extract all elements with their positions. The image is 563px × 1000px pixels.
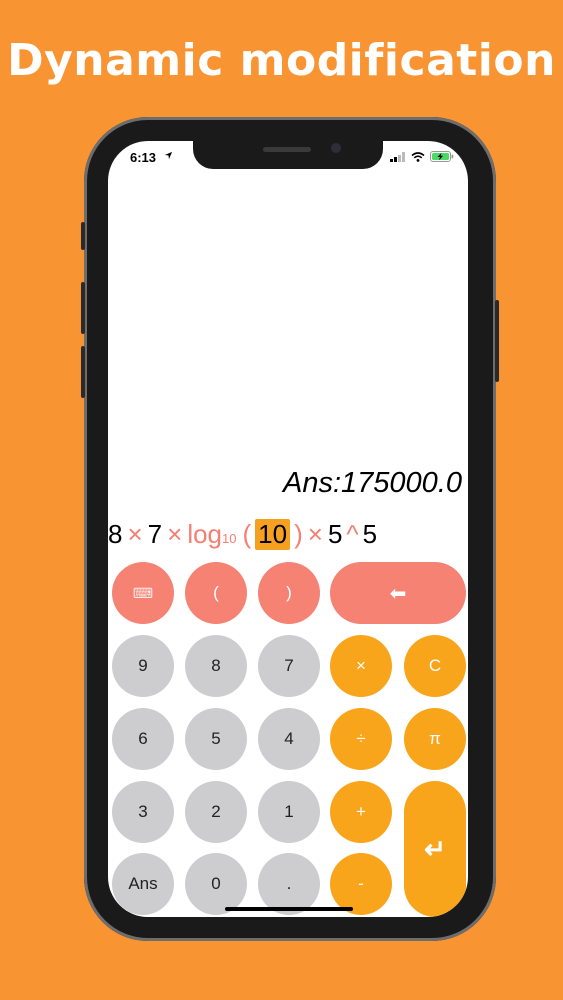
left-paren-button[interactable]: ( <box>185 562 247 624</box>
keypad: ⌨ ( ) ⬅ 9 8 7 × C 6 5 4 ÷ π 3 2 1 + ↵ An… <box>108 141 468 917</box>
divide-button[interactable]: ÷ <box>330 708 392 770</box>
phone-screen: 6:13 Ans:175000.0 8 × 7 × log 10 ( 10 ) ×… <box>108 141 468 917</box>
banner-title: Dynamic modification <box>7 35 556 86</box>
ans-button[interactable]: Ans <box>112 853 174 915</box>
digit-1-button[interactable]: 1 <box>258 781 320 843</box>
keyboard-icon: ⌨ <box>132 584 154 601</box>
plus-button[interactable]: + <box>330 781 392 843</box>
home-indicator[interactable] <box>225 907 353 911</box>
backspace-button[interactable]: ⬅ <box>330 562 466 624</box>
enter-icon: ↵ <box>424 833 446 864</box>
decimal-point-button[interactable]: . <box>258 853 320 915</box>
digit-3-button[interactable]: 3 <box>112 781 174 843</box>
clear-button[interactable]: C <box>404 635 466 697</box>
pi-button[interactable]: π <box>404 708 466 770</box>
minus-button[interactable]: - <box>330 853 392 915</box>
digit-9-button[interactable]: 9 <box>112 635 174 697</box>
side-button <box>81 222 85 250</box>
digit-7-button[interactable]: 7 <box>258 635 320 697</box>
backspace-icon: ⬅ <box>389 582 407 605</box>
digit-2-button[interactable]: 2 <box>185 781 247 843</box>
power-button <box>495 300 499 382</box>
digit-4-button[interactable]: 4 <box>258 708 320 770</box>
right-paren-button[interactable]: ) <box>258 562 320 624</box>
multiply-button[interactable]: × <box>330 635 392 697</box>
digit-6-button[interactable]: 6 <box>112 708 174 770</box>
enter-button[interactable]: ↵ <box>404 781 466 917</box>
volume-up-button <box>81 282 85 334</box>
digit-5-button[interactable]: 5 <box>185 708 247 770</box>
volume-down-button <box>81 346 85 398</box>
digit-0-button[interactable]: 0 <box>185 853 247 915</box>
keyboard-toggle-button[interactable]: ⌨ <box>112 562 174 624</box>
digit-8-button[interactable]: 8 <box>185 635 247 697</box>
